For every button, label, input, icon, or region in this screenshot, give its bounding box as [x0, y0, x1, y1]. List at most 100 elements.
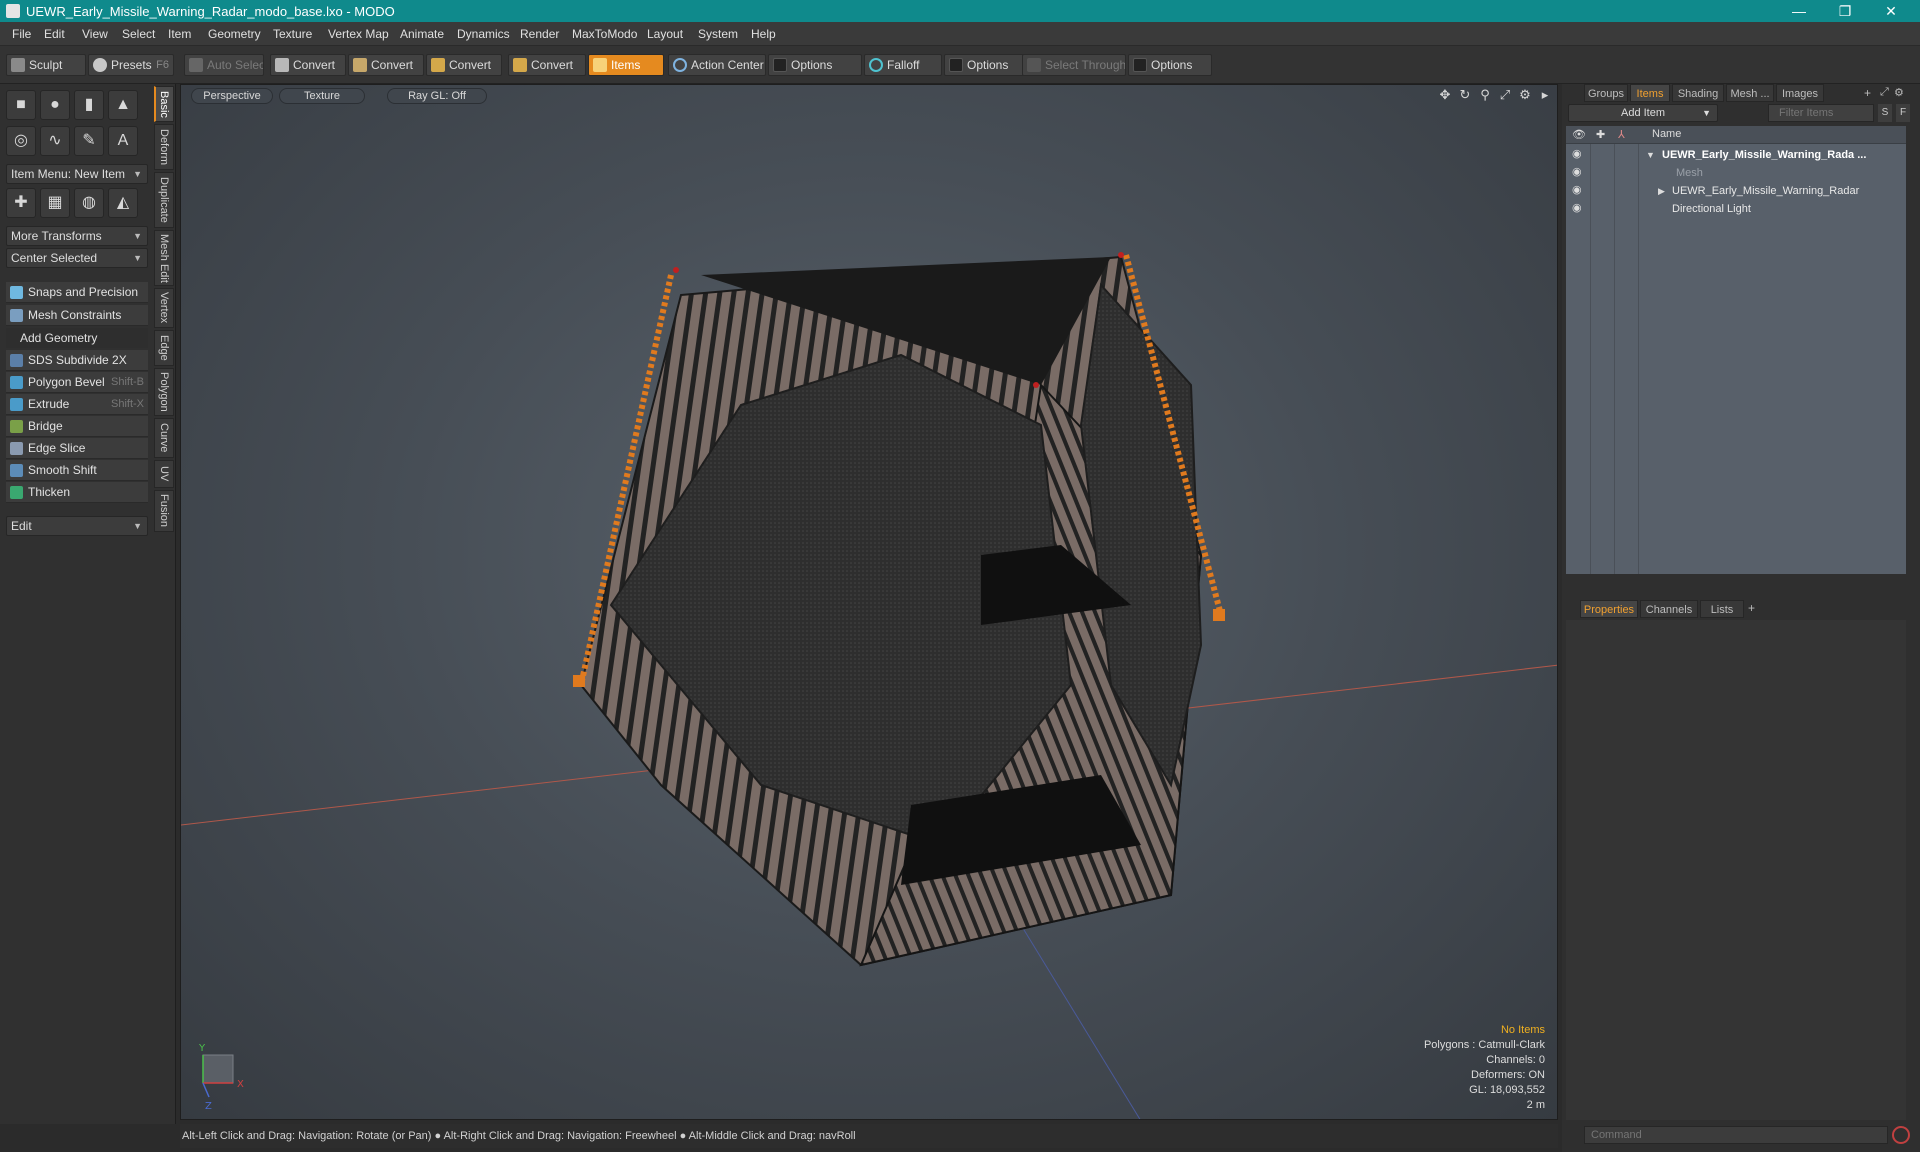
tab-channels[interactable]: Channels	[1640, 600, 1698, 618]
menu-geometry[interactable]: Geometry	[208, 27, 261, 41]
thicken-icon	[10, 486, 23, 499]
select-through-options-button[interactable]: Options	[1128, 54, 1212, 76]
tab-edge[interactable]: Edge	[154, 330, 174, 366]
convert-polygons-button[interactable]: Convert	[426, 54, 502, 76]
visibility-eye-icon[interactable]: ◉	[1572, 185, 1584, 196]
falloff-button[interactable]: Falloff	[864, 54, 942, 76]
tab-images[interactable]: Images	[1776, 84, 1824, 102]
convert-items-button[interactable]: Convert	[508, 54, 586, 76]
pyramid-icon[interactable]: ◭	[108, 188, 138, 218]
visibility-eye-icon[interactable]: ◉	[1572, 203, 1584, 214]
convert-edges-button[interactable]: Convert	[348, 54, 424, 76]
tool-extrude[interactable]: Extrude Shift-X	[6, 394, 148, 415]
menu-render[interactable]: Render	[520, 27, 559, 41]
filter-items-input[interactable]	[1768, 104, 1874, 122]
record-icon[interactable]	[1892, 1126, 1910, 1144]
item-menu-dropdown[interactable]: Item Menu: New Item ▼	[6, 164, 148, 184]
sphere-icon[interactable]: ●	[40, 90, 70, 120]
text-icon[interactable]: A	[108, 126, 138, 156]
visibility-eye-icon[interactable]: ◉	[1572, 149, 1584, 160]
menu-item[interactable]: Item	[168, 27, 191, 41]
tool-edge-slice[interactable]: Edge Slice	[6, 438, 148, 459]
menu-system[interactable]: System	[698, 27, 738, 41]
tree-row-mesh[interactable]: ◉ Mesh	[1566, 164, 1906, 182]
tab-curve[interactable]: Curve	[154, 418, 174, 458]
tool-sds-subdivide[interactable]: SDS Subdivide 2X	[6, 350, 148, 371]
add-tab-icon[interactable]: +	[1864, 86, 1876, 100]
tool-bridge[interactable]: Bridge	[6, 416, 148, 437]
menu-animate[interactable]: Animate	[400, 27, 444, 41]
capsule-icon[interactable]: ∿	[40, 126, 70, 156]
filter-s-button[interactable]: S	[1878, 104, 1892, 122]
presets-button[interactable]: Presets F6	[88, 54, 174, 76]
filter-f-button[interactable]: F	[1896, 104, 1910, 122]
tab-shading[interactable]: Shading	[1672, 84, 1724, 102]
menu-layout[interactable]: Layout	[647, 27, 683, 41]
tab-uv[interactable]: UV	[154, 460, 174, 488]
tab-groups[interactable]: Groups	[1584, 84, 1628, 102]
action-center-options-button[interactable]: Options	[768, 54, 862, 76]
tree-row-radar-group[interactable]: ◉ ▶ UEWR_Early_Missile_Warning_Radar	[1566, 182, 1906, 200]
transform-icon[interactable]: ✚	[6, 188, 36, 218]
menu-edit[interactable]: Edit	[44, 27, 65, 41]
edit-dropdown[interactable]: Edit ▼	[6, 516, 148, 536]
convert-vertices-button[interactable]: Convert	[270, 54, 346, 76]
tab-mesh[interactable]: Mesh ...	[1726, 84, 1774, 102]
menu-vertex-map[interactable]: Vertex Map	[328, 27, 389, 41]
cone-icon[interactable]: ▲	[108, 90, 138, 120]
add-item-dropdown[interactable]: Add Item ▼	[1568, 104, 1718, 122]
select-through-button[interactable]: Select Through	[1022, 54, 1126, 76]
auto-select-button[interactable]: Auto Select	[184, 54, 264, 76]
restore-button[interactable]: ❐	[1822, 0, 1868, 22]
falloff-options-button[interactable]: Options	[944, 54, 1024, 76]
cube-icon[interactable]: ■	[6, 90, 36, 120]
snaps-precision-button[interactable]: Snaps and Precision	[6, 282, 148, 303]
visibility-eye-icon[interactable]: ◉	[1572, 167, 1584, 178]
close-button[interactable]: ✕	[1868, 0, 1914, 22]
tab-items[interactable]: Items	[1630, 84, 1670, 102]
menu-texture[interactable]: Texture	[273, 27, 312, 41]
panel-expand-icon[interactable]: ⤢	[1880, 86, 1894, 100]
tool-thicken[interactable]: Thicken	[6, 482, 148, 503]
3d-viewport[interactable]: Perspective Texture Ray GL: Off ✥ ↻ ⚲ ⤢ …	[180, 84, 1558, 1120]
torus-icon[interactable]: ◎	[6, 126, 36, 156]
items-mode-button[interactable]: Items	[588, 54, 664, 76]
beacon-right	[1118, 252, 1124, 258]
tool-smooth-shift[interactable]: Smooth Shift	[6, 460, 148, 481]
tab-fusion[interactable]: Fusion	[154, 490, 174, 532]
tab-lists[interactable]: Lists	[1700, 600, 1744, 618]
chevron-down-icon: ▼	[133, 521, 142, 531]
minimize-button[interactable]: —	[1776, 0, 1822, 22]
panel-gear-icon[interactable]: ⚙	[1894, 86, 1908, 100]
menu-help[interactable]: Help	[751, 27, 776, 41]
action-center-button[interactable]: Action Center	[668, 54, 766, 76]
menu-select[interactable]: Select	[122, 27, 155, 41]
expand-triangle-icon[interactable]: ▶	[1658, 182, 1665, 200]
tab-basic[interactable]: Basic	[154, 86, 174, 122]
tree-row-directional-light[interactable]: ◉ Directional Light	[1566, 200, 1906, 218]
tab-deform[interactable]: Deform	[154, 124, 174, 170]
menu-view[interactable]: View	[82, 27, 108, 41]
menu-maxtomodo[interactable]: MaxToModo	[572, 27, 637, 41]
center-selected-dropdown[interactable]: Center Selected ▼	[6, 248, 148, 268]
tab-duplicate[interactable]: Duplicate	[154, 172, 174, 228]
mesh-constraints-button[interactable]: Mesh Constraints	[6, 305, 148, 326]
globe-icon[interactable]: ◍	[74, 188, 104, 218]
tree-row-scene[interactable]: ◉ ▼ UEWR_Early_Missile_Warning_Rada ...	[1566, 146, 1906, 164]
tab-mesh-edit[interactable]: Mesh Edit	[154, 230, 174, 286]
add-tab-icon[interactable]: +	[1748, 601, 1760, 615]
menu-dynamics[interactable]: Dynamics	[457, 27, 510, 41]
tab-polygon[interactable]: Polygon	[154, 368, 174, 416]
tool-polygon-bevel[interactable]: Polygon Bevel Shift-B	[6, 372, 148, 393]
add-geometry-header[interactable]: Add Geometry	[6, 328, 148, 348]
cylinder-icon[interactable]: ▮	[74, 90, 104, 120]
tab-properties[interactable]: Properties	[1580, 600, 1638, 618]
grid-icon[interactable]: ▦	[40, 188, 70, 218]
expand-triangle-icon[interactable]: ▼	[1646, 146, 1655, 164]
menu-file[interactable]: File	[12, 27, 31, 41]
sculpt-button[interactable]: Sculpt	[6, 54, 86, 76]
tab-vertex[interactable]: Vertex	[154, 288, 174, 328]
pen-icon[interactable]: ✎	[74, 126, 104, 156]
command-input[interactable]	[1584, 1126, 1888, 1144]
more-transforms-dropdown[interactable]: More Transforms ▼	[6, 226, 148, 246]
